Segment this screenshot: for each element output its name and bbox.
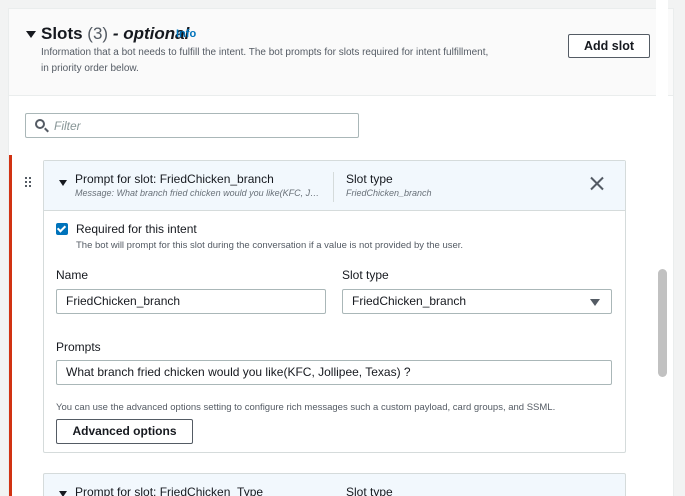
advanced-options-hint: You can use the advanced options setting… — [56, 402, 556, 413]
required-label: Required for this intent — [76, 222, 197, 236]
slot-card-message: Message: What branch fried chicken would… — [75, 188, 320, 198]
filter-input[interactable]: Filter — [25, 113, 359, 138]
header-slot-type-label: Slot type — [346, 172, 393, 186]
slot-card-title: Prompt for slot: FriedChicken_branch — [75, 172, 274, 186]
slot-count: (3) — [87, 24, 109, 43]
add-slot-button[interactable]: Add slot — [568, 34, 650, 58]
drag-handle-icon[interactable] — [25, 177, 33, 189]
required-description: The bot will prompt for this slot during… — [76, 240, 464, 251]
filter-placeholder: Filter — [54, 119, 81, 133]
required-checkbox[interactable] — [56, 223, 68, 235]
dropdown-caret-icon — [590, 299, 600, 306]
prompts-label: Prompts — [56, 340, 101, 354]
slot-type-select[interactable]: FriedChicken_branch — [342, 289, 612, 314]
section-description: Information that a bot needs to fulfill … — [41, 47, 489, 74]
collapse-caret-icon[interactable] — [26, 31, 36, 38]
name-label: Name — [56, 268, 89, 282]
section-title: Slots (3) - optional — [41, 24, 189, 44]
slot-name-input[interactable]: FriedChicken_branch — [56, 289, 326, 314]
collapse-slot-caret-icon[interactable] — [59, 180, 67, 186]
slot-type-label: Slot type — [342, 268, 389, 282]
next-slot-card[interactable]: Prompt for slot: FriedChicken_Type Slot … — [43, 473, 626, 496]
header-divider — [333, 172, 334, 202]
next-slot-type-label: Slot type — [346, 485, 393, 496]
slot-type-selected-value: FriedChicken_branch — [352, 294, 467, 308]
header-slot-type-value: FriedChicken_branch — [346, 188, 432, 198]
info-link[interactable]: Info — [176, 28, 196, 40]
slots-header: Slots (3) - optional Info Information th… — [9, 9, 673, 96]
advanced-options-button[interactable]: Advanced options — [56, 419, 193, 444]
prompt-input[interactable]: What branch fried chicken would you like… — [56, 360, 612, 385]
close-icon[interactable] — [589, 176, 605, 192]
collapse-next-slot-caret-icon[interactable] — [59, 491, 67, 496]
scrollbar-track[interactable] — [656, 0, 668, 496]
next-slot-card-title: Prompt for slot: FriedChicken_Type — [75, 485, 264, 496]
scrollbar-thumb[interactable] — [658, 269, 667, 377]
error-indicator-bar — [9, 155, 12, 496]
slot-card: Prompt for slot: FriedChicken_branch Mes… — [43, 160, 626, 453]
section-title-text: Slots — [41, 24, 83, 43]
slot-card-header[interactable]: Prompt for slot: FriedChicken_branch Mes… — [44, 161, 625, 211]
search-icon — [35, 119, 45, 129]
slots-panel: Slots (3) - optional Info Information th… — [8, 8, 674, 496]
